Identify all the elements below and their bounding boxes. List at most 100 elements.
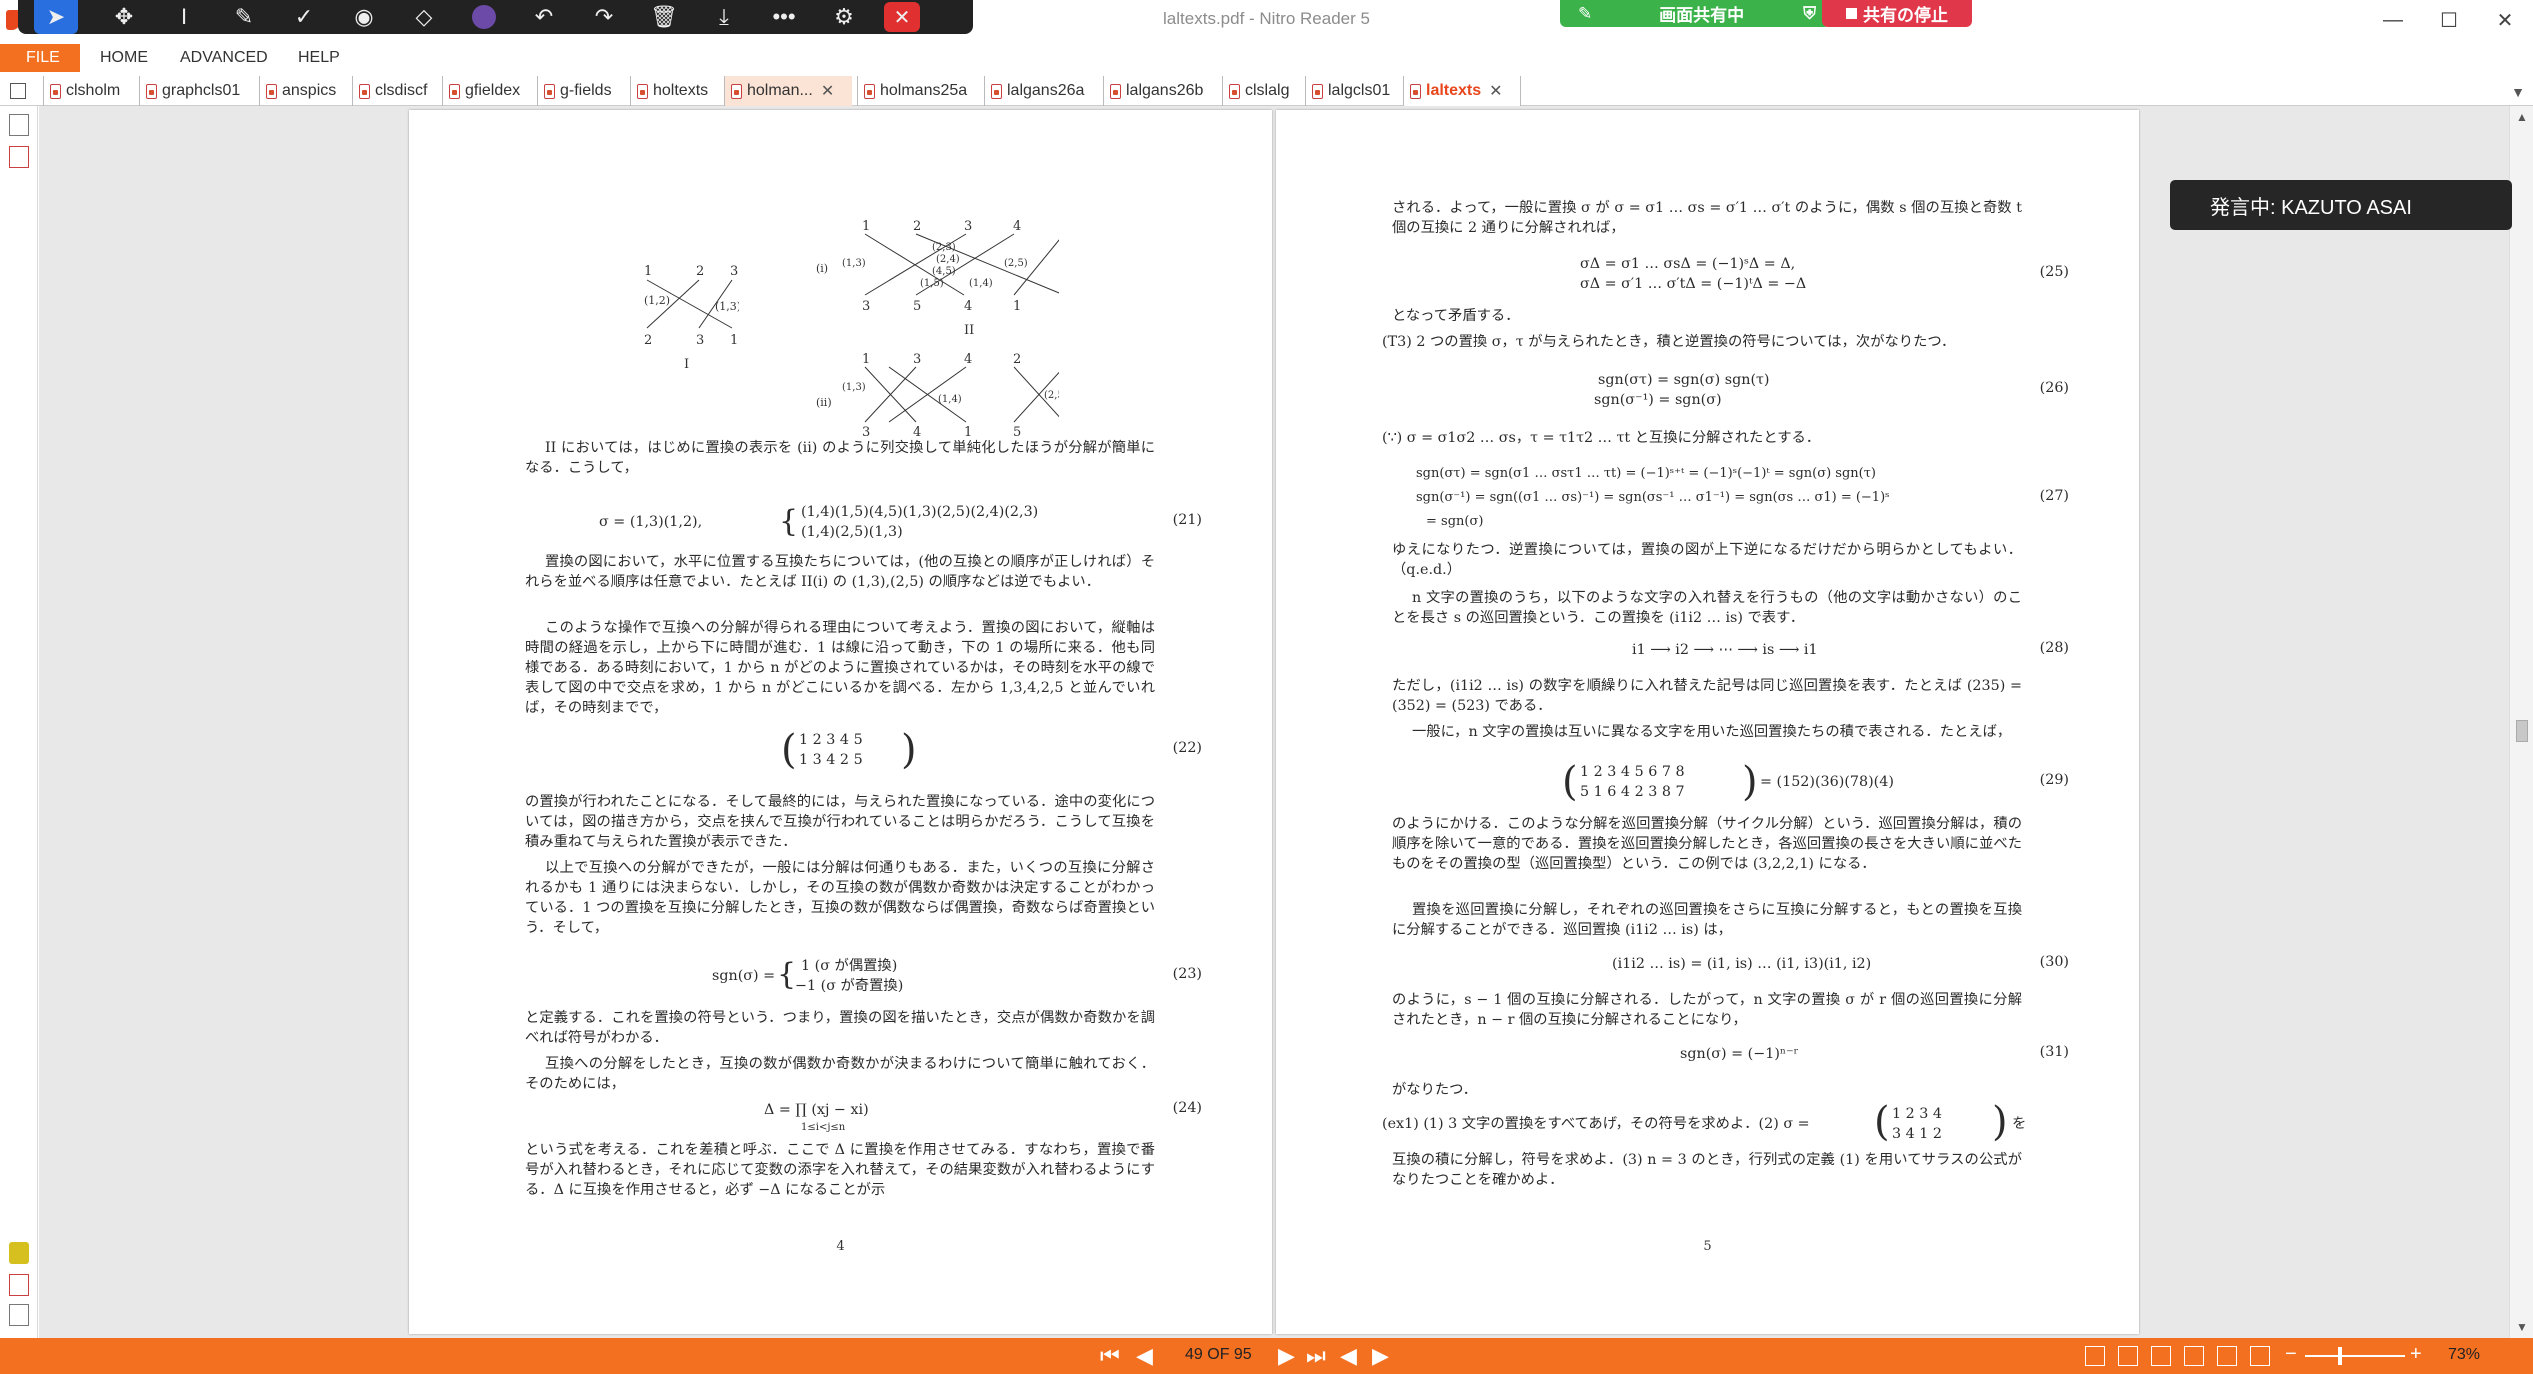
previous-view-icon[interactable]: ◀ (1340, 1338, 1357, 1374)
color-swatch-icon[interactable] (454, 0, 514, 34)
menu-home[interactable]: HOME (100, 49, 148, 67)
fit-page-icon[interactable] (2217, 1346, 2237, 1366)
minimize-button[interactable]: — (2365, 0, 2421, 40)
zoom-out-icon[interactable]: − (2285, 1343, 2297, 1366)
tab-holtexts[interactable]: holtexts (630, 76, 708, 106)
pages-panel-icon[interactable] (9, 114, 29, 136)
tab-g-fields[interactable]: g-fields (537, 76, 612, 106)
tab-clsdiscf[interactable]: clsdiscf (352, 76, 427, 106)
equation-27-row1: sgn(στ) = sgn(σ1 … σsτ1 … τt) = (−1)ˢ⁺ᵗ … (1416, 466, 1876, 481)
zoom-level[interactable]: 73% (2448, 1346, 2480, 1364)
screen-share-indicator: ✎ 画面共有中 ⛨ (1560, 0, 1830, 27)
scrollbar-thumb[interactable] (2516, 720, 2528, 742)
stamp-tool-icon[interactable]: ◉ (334, 0, 394, 34)
tab-lalgans26a[interactable]: lalgans26a (984, 76, 1084, 106)
continuous-view-icon[interactable] (2118, 1346, 2138, 1366)
tab-list-dropdown-icon[interactable]: ▼ (2511, 84, 2525, 100)
status-bar: ⏮ ◀ 49 OF 95 ▶ ⏭ ◀ ▶ − + 73% (0, 1338, 2533, 1374)
close-window-button[interactable]: ✕ (2477, 0, 2533, 40)
facing-view-icon[interactable] (2151, 1346, 2171, 1366)
facing-continuous-view-icon[interactable] (2184, 1346, 2204, 1366)
previous-page-icon[interactable]: ◀ (1136, 1338, 1153, 1374)
tab-clslalg[interactable]: clslalg (1222, 76, 1289, 106)
paragraph: 互換への分解をしたとき，互換の数が偶数か奇数かが決まるわけについて簡単に触れてお… (525, 1056, 1155, 1092)
paragraph: のように，s − 1 個の互換に分解される．したがって，n 文字の置換 σ が … (1392, 992, 2022, 1028)
equation-number: (25) (2039, 264, 2069, 280)
maximize-button[interactable]: ☐ (2421, 0, 2477, 40)
zoom-slider[interactable] (2305, 1355, 2405, 1357)
paren: ) (1742, 759, 1758, 805)
comments-icon[interactable] (9, 1242, 29, 1264)
undo-icon[interactable]: ↶ (514, 0, 574, 34)
move-tool-icon[interactable]: ✥ (94, 0, 154, 34)
close-tab-icon[interactable]: ✕ (1489, 81, 1502, 101)
zoom-slider-thumb[interactable] (2338, 1347, 2342, 1365)
zoom-in-icon[interactable]: + (2410, 1343, 2422, 1366)
fit-width-icon[interactable] (2250, 1346, 2270, 1366)
page-counter[interactable]: 49 OF 95 (1185, 1346, 1252, 1364)
stop-sharing-label: 共有の停止 (1863, 6, 1948, 25)
paragraph: このような操作で互換への分解が得られる理由について考えよう．置換の図において，縦… (525, 620, 1155, 716)
svg-text:2: 2 (644, 333, 652, 348)
single-page-view-icon[interactable] (2085, 1346, 2105, 1366)
check-tool-icon[interactable]: ✓ (274, 0, 334, 34)
file-menu[interactable]: FILE (0, 44, 80, 72)
paragraph: ただし，(i1i2 … is) の数字を順繰りに入れ替えた記号は同じ巡回置換を表… (1392, 678, 2022, 714)
paren: ( (1562, 759, 1578, 805)
equation-24-subscript: 1≤i<j≤n (801, 1122, 846, 1133)
tab-lalgans26b[interactable]: lalgans26b (1103, 76, 1203, 106)
pointer-tool-icon[interactable]: ➤ (34, 0, 78, 34)
eraser-tool-icon[interactable]: ◇ (394, 0, 454, 34)
close-toolbar-icon[interactable]: ✕ (884, 2, 920, 32)
close-tab-icon[interactable]: ✕ (821, 81, 834, 101)
last-page-icon[interactable]: ⏭ (1306, 1338, 1326, 1374)
stop-sharing-button[interactable]: 共有の停止 (1822, 0, 1972, 27)
scroll-up-icon[interactable]: ▲ (2516, 110, 2528, 124)
next-view-icon[interactable]: ▶ (1372, 1338, 1389, 1374)
user-settings-icon[interactable]: ⚙ (814, 0, 874, 34)
figure-label: II (964, 323, 974, 338)
next-page-icon[interactable]: ▶ (1278, 1338, 1295, 1374)
svg-text:(1,4): (1,4) (969, 278, 993, 289)
equation-29-rhs: = (152)(36)(78)(4) (1760, 774, 1894, 790)
tab-holman[interactable]: holman... ✕ (724, 76, 852, 106)
tab-laltexts[interactable]: laltexts ✕ (1403, 76, 1521, 106)
view-mode-buttons (2085, 1346, 2270, 1366)
pdf-file-icon (449, 83, 460, 99)
more-icon[interactable]: ••• (754, 0, 814, 34)
pdf-file-icon (991, 83, 1002, 99)
download-icon[interactable]: ⤓ (694, 0, 754, 34)
tab-holmans25a[interactable]: holmans25a (857, 76, 967, 106)
tab-label: lalgans26a (1007, 82, 1085, 99)
equation-23-row2: −1 (σ が奇置換) (795, 978, 904, 994)
document-viewer[interactable]: 1 2 3 (1,2) (1,3) 2 3 1 I (i) 1 2 3 4 5 (1,3) (2,3… (39, 106, 2509, 1338)
tab-clsholm[interactable]: clsholm (43, 76, 120, 106)
paragraph: の置換が行われたことになる．そして最終的には，与えられた置換になっている．途中の… (525, 794, 1155, 850)
menu-help[interactable]: HELP (298, 49, 340, 67)
menu-advanced[interactable]: ADVANCED (180, 49, 268, 67)
output-icon[interactable] (9, 1274, 29, 1296)
fields-icon[interactable] (9, 1304, 29, 1326)
scroll-down-icon[interactable]: ▼ (2516, 1320, 2528, 1334)
equation-26-row2: sgn(σ⁻¹) = sgn(σ) (1594, 392, 1722, 408)
tab-anspics[interactable]: anspics (259, 76, 336, 106)
tab-graphcls01[interactable]: graphcls01 (139, 76, 240, 106)
pdf-file-icon (1410, 83, 1421, 99)
equation-21-row1: (1,4)(1,5)(4,5)(1,3)(2,5)(2,4)(2,3) (801, 504, 1039, 520)
text-cursor-tool-icon[interactable]: I (154, 0, 214, 34)
vertical-scrollbar[interactable]: ▲ ▼ (2509, 106, 2533, 1338)
tab-lalgcls01[interactable]: lalgcls01 (1305, 76, 1390, 106)
first-page-icon[interactable]: ⏮ (1100, 1338, 1120, 1374)
tab-gfieldex[interactable]: gfieldex (442, 76, 520, 106)
page-icon[interactable] (10, 83, 26, 99)
svg-text:1: 1 (730, 333, 738, 348)
attachments-icon[interactable] (9, 146, 29, 168)
equation-number: (28) (2039, 640, 2069, 656)
tab-label: holman... (747, 82, 813, 99)
svg-text:(2,5): (2,5) (1044, 390, 1059, 401)
pdf-file-icon (1229, 83, 1240, 99)
redo-icon[interactable]: ↷ (574, 0, 634, 34)
paragraph: という式を考える．これを差積と呼ぶ．ここで Δ に置換を作用させてみる．すなわち… (525, 1142, 1155, 1198)
delete-icon[interactable]: 🗑 (634, 0, 694, 34)
pen-tool-icon[interactable]: ✎ (214, 0, 274, 34)
